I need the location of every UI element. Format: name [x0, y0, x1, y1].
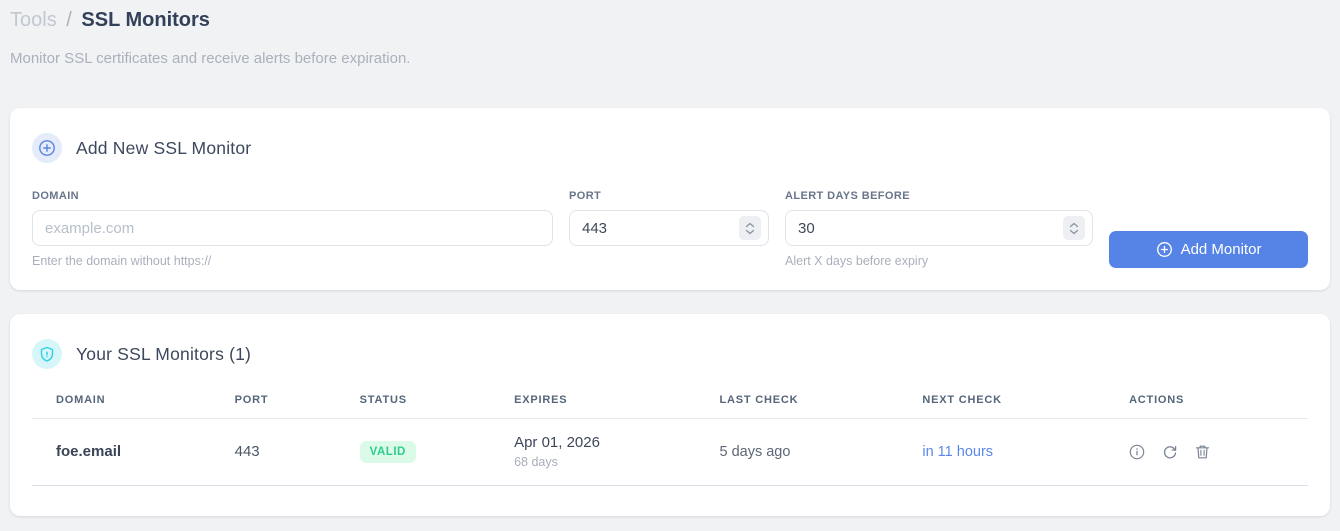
- expires-days-remaining: 68 days: [514, 455, 558, 469]
- status-badge: VALID: [359, 440, 416, 463]
- add-card-header: Add New SSL Monitor: [32, 133, 1308, 163]
- add-card-title: Add New SSL Monitor: [76, 137, 252, 158]
- cell-port: 443: [234, 443, 260, 460]
- monitors-card: Your SSL Monitors (1) DOMAIN PORT STATUS…: [10, 314, 1330, 516]
- domain-label: DOMAIN: [32, 190, 80, 202]
- col-header-actions: ACTIONS: [1129, 394, 1185, 406]
- breadcrumb: Tools / SSL Monitors: [10, 6, 1330, 34]
- col-header-last-check: LAST CHECK: [719, 394, 799, 406]
- expires-date: Apr 01, 2026: [514, 434, 600, 451]
- monitors-card-header: Your SSL Monitors (1): [32, 339, 1308, 369]
- port-field-group: PORT: [569, 190, 769, 246]
- breadcrumb-separator: /: [66, 9, 72, 31]
- cell-next-check: in 11 hours: [922, 443, 994, 460]
- col-header-status: STATUS: [359, 394, 407, 406]
- alert-days-stepper[interactable]: [1063, 216, 1085, 240]
- monitors-card-title: Your SSL Monitors (1): [76, 343, 252, 364]
- port-stepper[interactable]: [739, 216, 761, 240]
- ssl-monitors-page: Tools / SSL Monitors Monitor SSL certifi…: [0, 0, 1340, 516]
- cell-last-check: 5 days ago: [719, 443, 791, 460]
- alert-days-label: ALERT DAYS BEFORE: [785, 190, 910, 202]
- add-monitor-button-label: Add Monitor: [1180, 241, 1262, 258]
- alert-days-helper-text: Alert X days before expiry: [785, 254, 929, 268]
- cell-actions: [1105, 444, 1308, 460]
- domain-field-group: DOMAIN Enter the domain without https://: [32, 190, 553, 268]
- col-header-expires: EXPIRES: [514, 394, 568, 406]
- info-icon: [1129, 444, 1145, 459]
- table-row: foe.email 443 VALID Apr 01, 2026 68 days…: [32, 419, 1308, 486]
- plus-circle-icon: [32, 133, 62, 163]
- shield-icon: [32, 339, 62, 369]
- chevron-up-icon: [745, 222, 755, 227]
- domain-input[interactable]: [32, 210, 553, 246]
- cell-expires: Apr 01, 2026 68 days: [490, 434, 695, 469]
- table-header-row: DOMAIN PORT STATUS EXPIRES LAST CHECK NE…: [32, 394, 1308, 419]
- plus-circle-icon: [1156, 242, 1172, 257]
- col-header-port: PORT: [234, 394, 269, 406]
- info-button[interactable]: [1129, 444, 1145, 460]
- col-header-next-check: NEXT CHECK: [922, 394, 1002, 406]
- cell-status: VALID: [336, 440, 490, 463]
- page-subtitle: Monitor SSL certificates and receive ale…: [10, 50, 411, 67]
- breadcrumb-tools-link[interactable]: Tools: [10, 9, 57, 31]
- col-header-domain: DOMAIN: [56, 394, 106, 406]
- alert-days-field-group: ALERT DAYS BEFORE Alert X days before ex…: [785, 190, 1093, 268]
- page-title: SSL Monitors: [81, 9, 210, 31]
- refresh-button[interactable]: [1162, 444, 1178, 460]
- port-label: PORT: [569, 190, 602, 202]
- chevron-down-icon: [745, 229, 755, 234]
- trash-icon: [1195, 445, 1210, 458]
- chevron-down-icon: [1069, 229, 1079, 234]
- alert-days-input[interactable]: [785, 210, 1093, 246]
- add-monitor-button[interactable]: Add Monitor: [1109, 231, 1308, 268]
- add-monitor-card: Add New SSL Monitor DOMAIN Enter the dom…: [10, 108, 1330, 290]
- chevron-up-icon: [1069, 222, 1079, 227]
- add-monitor-form: DOMAIN Enter the domain without https://…: [32, 190, 1308, 268]
- refresh-icon: [1163, 445, 1177, 458]
- cell-domain: foe.email: [56, 443, 122, 460]
- delete-button[interactable]: [1195, 444, 1210, 460]
- domain-helper-text: Enter the domain without https://: [32, 254, 212, 268]
- monitors-table: DOMAIN PORT STATUS EXPIRES LAST CHECK NE…: [32, 394, 1308, 486]
